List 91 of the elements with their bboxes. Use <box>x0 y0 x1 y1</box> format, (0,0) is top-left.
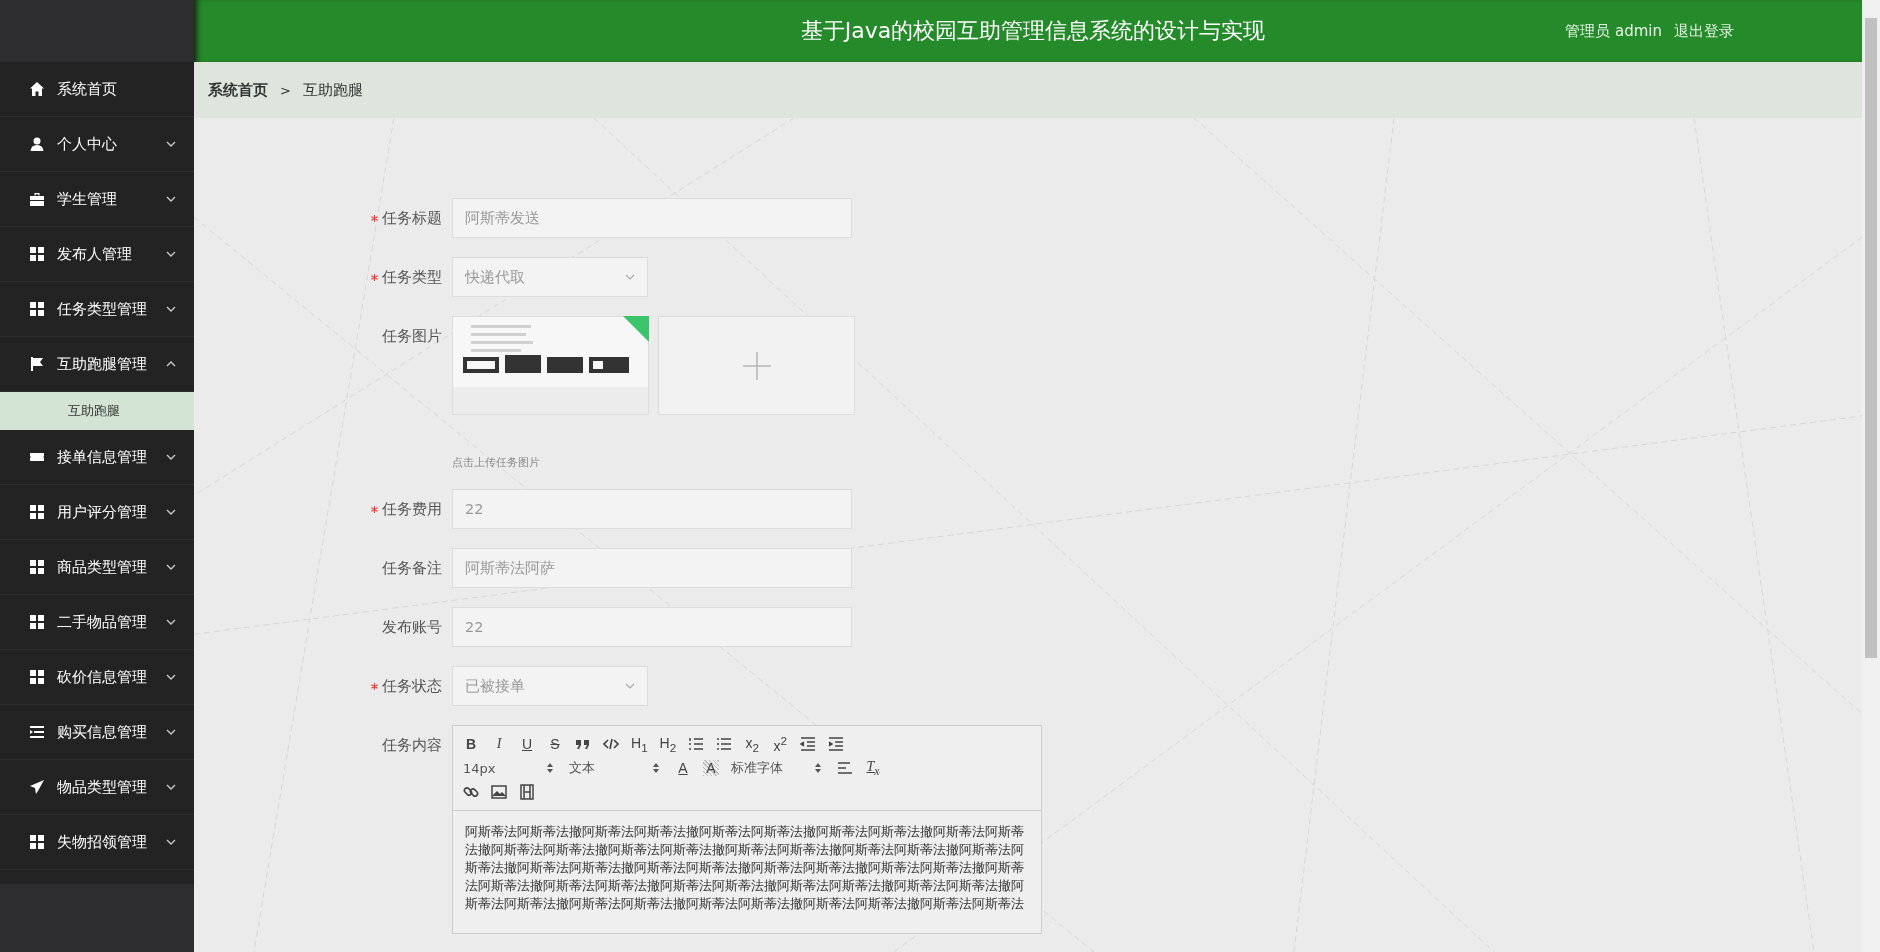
ticket-icon <box>30 450 44 464</box>
format-button[interactable]: x$_{2}$ <box>744 734 761 754</box>
grid-icon <box>30 560 44 574</box>
bold-button[interactable]: B <box>463 736 479 752</box>
grid-icon <box>30 835 44 849</box>
sidebar-item[interactable]: 个人中心 <box>0 117 194 172</box>
toolbar-select[interactable]: 标准字体 <box>731 759 825 777</box>
breadcrumb-item[interactable]: 系统首页 <box>208 80 268 100</box>
ordered-list-icon[interactable] <box>688 736 705 752</box>
sidebar-label: 个人中心 <box>57 134 118 154</box>
field-label: 发布账号 <box>382 617 442 637</box>
grid-icon <box>30 670 44 684</box>
sidebar-item[interactable]: 砍价信息管理 <box>0 650 194 705</box>
sidebar-label: 二手物品管理 <box>57 612 148 632</box>
sidebar-label: 系统首页 <box>57 79 118 99</box>
field-label: 任务标题 <box>382 208 442 228</box>
toolbar-select[interactable]: 文本 <box>569 759 663 777</box>
sidebar-item[interactable]: 商品类型管理 <box>0 540 194 595</box>
sidebar-item[interactable]: 失物招领管理 <box>0 815 194 870</box>
field-label: 任务图片 <box>382 326 442 346</box>
clear-format-button[interactable]: T$_{x}$ <box>865 758 881 778</box>
asterisk-icon <box>371 505 378 513</box>
system-title: 基于Java的校园互助管理信息系统的设计与实现 <box>800 17 1266 45</box>
sidebar-label: 互助跑腿管理 <box>57 354 148 374</box>
format-button[interactable]: H$_{2}$ <box>659 734 677 754</box>
success-corner-icon <box>623 316 649 342</box>
editor-text[interactable]: 阿斯蒂法阿斯蒂法撤阿斯蒂法阿斯蒂法撤阿斯蒂法阿斯蒂法撤阿斯蒂法阿斯蒂法撤阿斯蒂法阿斯蒂 法撤阿斯蒂法阿斯蒂法撤阿斯蒂法阿斯蒂法撤阿斯蒂法阿斯蒂法撤阿斯蒂法阿斯蒂法撤阿斯蒂法阿 斯蒂法撤阿斯蒂法阿斯蒂法撤阿斯蒂法阿斯蒂法撤阿斯蒂法阿斯蒂法撤阿斯蒂法阿斯蒂法撤阿斯蒂 法阿斯蒂法撤阿斯蒂法阿斯蒂法撤阿斯蒂法阿斯蒂法撤阿斯蒂法阿斯蒂法撤阿斯蒂法阿斯蒂法撤阿 斯蒂法阿斯蒂法撤阿斯蒂法阿斯蒂法撤阿斯蒂法阿斯蒂法撤阿斯蒂法阿斯蒂法撤阿斯蒂法阿斯蒂法 <box>453 811 1041 933</box>
sidebar-item[interactable]: 用户评分管理 <box>0 485 194 540</box>
field-label: 任务备注 <box>382 558 442 578</box>
grid-icon <box>30 615 44 629</box>
sidebar-item[interactable]: 购买信息管理 <box>0 705 194 760</box>
sidebar-item[interactable]: 学生管理 <box>0 172 194 227</box>
bullet-list-icon[interactable] <box>716 736 733 752</box>
user-label: 管理员 admin <box>1565 21 1662 41</box>
grid-icon <box>30 505 44 519</box>
format-button[interactable]: x$^{2}$ <box>772 734 789 754</box>
asterisk-icon <box>371 682 378 690</box>
background-color-button[interactable]: A <box>703 760 719 776</box>
field-label: 任务费用 <box>382 499 442 519</box>
sidebar-label: 发布人管理 <box>57 244 133 264</box>
updown-arrows-icon <box>653 763 659 773</box>
sidebar-label: 商品类型管理 <box>57 557 148 577</box>
chevron-down-icon <box>625 683 635 689</box>
asterisk-icon <box>371 214 378 222</box>
submenu-item[interactable]: 互助跑腿 <box>0 392 194 430</box>
upload-hint: 点击上传任务图片 <box>452 455 541 470</box>
strikethrough-button[interactable]: S <box>547 736 563 752</box>
code-icon[interactable] <box>603 736 619 752</box>
sidebar-item[interactable]: 发布人管理 <box>0 227 194 282</box>
home-icon <box>30 82 44 96</box>
indent-icon[interactable] <box>828 736 845 752</box>
breadcrumb-separator: > <box>280 82 291 98</box>
sidebar-item[interactable]: 二手物品管理 <box>0 595 194 650</box>
list-icon <box>30 725 44 739</box>
format-button[interactable]: H$_{1}$ <box>631 734 648 754</box>
text-color-button[interactable]: A <box>675 760 691 776</box>
sidebar-label: 学生管理 <box>57 189 118 209</box>
sidebar-label: 任务类型管理 <box>57 299 148 319</box>
link-icon[interactable] <box>463 784 479 800</box>
sidebar-label: 失物招领管理 <box>57 832 148 852</box>
logout-link[interactable]: 退出登录 <box>1674 21 1734 41</box>
breadcrumb-item: 互助跑腿 <box>302 80 363 100</box>
sidebar-label: 接单信息管理 <box>57 447 148 467</box>
sidebar-label: 购买信息管理 <box>57 722 148 742</box>
sidebar-label: 砍价信息管理 <box>57 667 148 687</box>
underline-button[interactable]: U <box>519 736 535 752</box>
italic-button[interactable]: I <box>491 736 507 752</box>
field-label: 任务内容 <box>382 735 442 755</box>
plus-icon <box>742 351 771 380</box>
field-label: 任务类型 <box>382 267 442 287</box>
sidebar-item[interactable]: 物品类型管理 <box>0 760 194 815</box>
user-icon <box>30 137 44 151</box>
sidebar-label: 用户评分管理 <box>57 502 148 522</box>
chevron-down-icon <box>625 274 635 280</box>
flag-icon <box>30 357 44 371</box>
sidebar-label: 物品类型管理 <box>57 777 148 797</box>
sidebar-item[interactable]: 接单信息管理 <box>0 430 194 485</box>
grid-icon <box>30 302 44 316</box>
image-icon[interactable] <box>491 784 507 800</box>
updown-arrows-icon <box>815 763 821 773</box>
video-icon[interactable] <box>519 784 535 800</box>
field-label: 任务状态 <box>382 676 442 696</box>
align-icon[interactable] <box>837 760 853 776</box>
sidebar-item[interactable]: 任务类型管理 <box>0 282 194 337</box>
asterisk-icon <box>371 273 378 281</box>
grid-icon <box>30 247 44 261</box>
outdent-icon[interactable] <box>800 736 817 752</box>
updown-arrows-icon <box>547 763 553 773</box>
paper-plane-icon <box>30 780 44 794</box>
toolbar-select[interactable]: 14px <box>463 760 557 776</box>
briefcase-icon <box>30 192 44 206</box>
